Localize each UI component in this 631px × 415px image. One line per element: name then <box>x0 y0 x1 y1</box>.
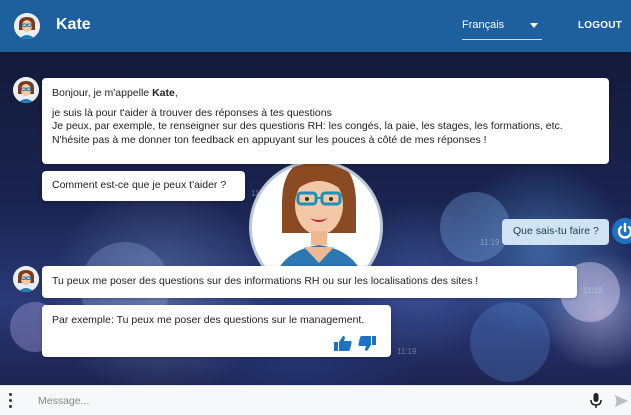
chevron-down-icon <box>530 23 538 28</box>
language-value: Français <box>462 19 505 31</box>
message-text: Tu peux me poser des questions sur des i… <box>52 275 479 287</box>
page-title: Kate <box>56 16 91 33</box>
bokeh-light <box>440 192 510 262</box>
bot-avatar <box>13 77 39 103</box>
message-time: 11:19 <box>251 189 271 198</box>
message-text: Comment est-ce que je peux t'aider ? <box>52 179 227 191</box>
bot-message: Comment est-ce que je peux t'aider ? <box>42 171 245 201</box>
avatar <box>14 13 40 39</box>
bot-message: Tu peux me poser des questions sur des i… <box>42 266 577 298</box>
thumbs-down-icon[interactable] <box>358 336 376 356</box>
microphone-icon[interactable] <box>590 393 602 412</box>
message-text: Que sais-tu faire ? <box>513 225 599 237</box>
message-time: 11:19 <box>397 347 417 356</box>
greeting-suffix: , <box>174 87 178 99</box>
thumbs-up-icon[interactable] <box>334 336 352 356</box>
message-line: je suis là pour t'aider à trouver des ré… <box>52 106 332 119</box>
message-input[interactable] <box>38 393 558 409</box>
message-composer <box>0 385 631 415</box>
message-time: 11:19 <box>583 286 603 295</box>
bot-message: Par exemple: Tu peux me poser des questi… <box>42 305 391 357</box>
bokeh-light <box>470 302 550 382</box>
greeting-line: Bonjour, je m'appelle Kate, <box>52 87 599 101</box>
greeting-prefix: Bonjour, je m'appelle <box>52 87 153 99</box>
user-message: Que sais-tu faire ? <box>502 219 609 245</box>
assistant-name: Kate <box>152 87 175 99</box>
message-time: 11:19 <box>480 238 500 247</box>
language-select[interactable]: Français <box>462 12 542 40</box>
menu-dots-icon[interactable] <box>8 393 14 409</box>
message-line: N'hésite pas à me donner ton feedback en… <box>52 133 487 146</box>
power-icon[interactable] <box>612 218 631 244</box>
bot-message: Bonjour, je m'appelle Kate, je suis là p… <box>42 78 609 164</box>
message-text: Par exemple: Tu peux me poser des questi… <box>52 314 365 326</box>
send-icon[interactable] <box>615 395 628 410</box>
app-header: Kate Français LOGOUT <box>0 0 631 52</box>
logout-button[interactable]: LOGOUT <box>578 20 622 31</box>
chat-area[interactable]: Bonjour, je m'appelle Kate, je suis là p… <box>0 52 631 385</box>
message-line: Je peux, par exemple, te renseigner sur … <box>52 120 563 132</box>
bot-avatar <box>13 266 39 292</box>
